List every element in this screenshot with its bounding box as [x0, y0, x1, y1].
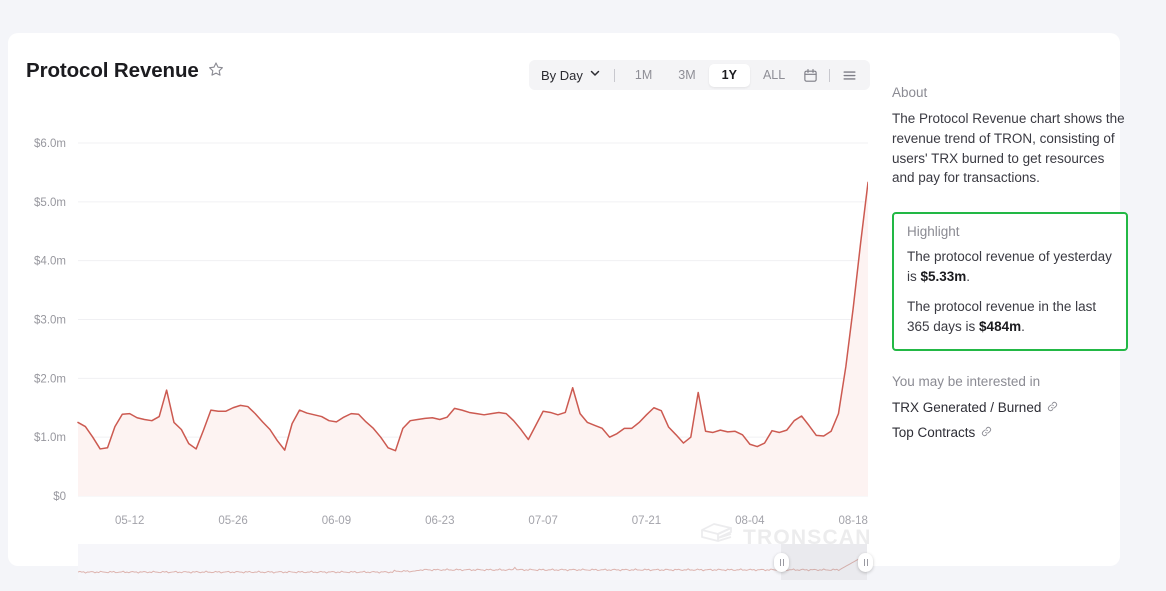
x-axis-tick-label: 07-21 [632, 515, 661, 527]
grip-line [782, 559, 784, 566]
calendar-icon[interactable] [798, 63, 822, 87]
external-link-icon [981, 425, 992, 440]
x-axis-tick-label: 07-07 [528, 515, 557, 527]
chart-page: Protocol Revenue By Day 1M 3M 1Y ALL $0 … [0, 0, 1166, 591]
y-axis-labels: $0 $1.0m $2.0m $3.0m $4.0m $5.0m $6.0m [34, 138, 66, 503]
y-axis-tick-label: $1.0m [34, 432, 66, 444]
hamburger-menu-icon[interactable] [837, 63, 861, 87]
x-axis-tick-label: 06-09 [322, 515, 351, 527]
y-axis-tick-label: $0 [53, 491, 66, 503]
brush-selection-window[interactable] [781, 544, 867, 580]
interested-section: You may be interested in TRX Generated /… [892, 374, 1128, 440]
y-axis-tick-label: $3.0m [34, 315, 66, 327]
highlight-value: $484m [979, 318, 1022, 334]
y-axis-tick-label: $6.0m [34, 138, 66, 150]
range-button-all[interactable]: ALL [750, 64, 798, 87]
page-title: Protocol Revenue [26, 59, 199, 82]
highlight-suffix: . [966, 268, 971, 284]
range-brush[interactable] [78, 544, 873, 580]
highlight-heading: Highlight [907, 224, 960, 240]
about-section: About The Protocol Revenue chart shows t… [892, 85, 1128, 188]
x-axis-tick-label: 06-23 [425, 515, 454, 527]
link-top-contracts[interactable]: Top Contracts [892, 425, 1128, 440]
y-axis-tick-label: $5.0m [34, 197, 66, 209]
range-button-3m[interactable]: 3M [665, 64, 708, 87]
highlight-line-365days: The protocol revenue in the last 365 day… [907, 297, 1113, 337]
highlight-value: $5.33m [920, 268, 967, 284]
revenue-line [77, 181, 868, 452]
brush-line [78, 554, 867, 574]
brush-handle-left[interactable] [774, 553, 789, 572]
link-label: Top Contracts [892, 425, 976, 441]
x-axis-tick-label: 08-18 [839, 515, 868, 527]
chevron-down-icon [589, 66, 601, 84]
about-text: The Protocol Revenue chart shows the rev… [892, 111, 1125, 186]
granularity-label: By Day [541, 67, 583, 83]
range-button-1m[interactable]: 1M [622, 64, 665, 87]
x-axis-tick-label: 05-26 [218, 515, 247, 527]
y-axis-tick-label: $2.0m [34, 373, 66, 385]
title-group: Protocol Revenue [26, 59, 224, 83]
highlight-box: Highlight The protocol revenue of yester… [892, 212, 1128, 352]
about-heading: About [892, 85, 928, 100]
chart-toolbar: By Day 1M 3M 1Y ALL [529, 60, 871, 90]
link-label: TRX Generated / Burned [892, 400, 1042, 416]
toolbar-divider-2 [829, 68, 831, 82]
interested-heading: You may be interested in [892, 374, 1041, 390]
revenue-line-chart: $0$1.0m$2.0m$3.0m$4.0m$5.0m$6.0m 05-12 05… [34, 138, 868, 527]
highlight-suffix: . [1021, 318, 1025, 334]
chart-sidebar: About The Protocol Revenue chart shows t… [892, 85, 1128, 450]
y-axis-tick-label: $4.0m [34, 256, 66, 268]
granularity-dropdown[interactable]: By Day [538, 63, 607, 87]
brush-mini-chart [78, 554, 867, 574]
toolbar-divider-1 [613, 68, 615, 82]
grip-line [866, 559, 868, 566]
star-icon[interactable] [208, 61, 224, 82]
chart-plot-area[interactable]: $0 $1.0m $2.0m $3.0m $4.0m $5.0m $6.0m 05-12 05… [8, 101, 870, 566]
brush-handle-right[interactable] [858, 553, 873, 572]
external-link-icon [1047, 400, 1058, 415]
highlight-line-yesterday: The protocol revenue of yesterday is $5.… [907, 247, 1113, 287]
grip-line [863, 559, 865, 566]
link-trx-generated-burned[interactable]: TRX Generated / Burned [892, 400, 1128, 415]
protocol-revenue-card: Protocol Revenue By Day 1M 3M 1Y ALL $0 … [8, 33, 1128, 580]
x-axis-labels: 05-12 05-26 06-09 06-23 07-07 07-21 08-04 08-18 [115, 515, 868, 527]
x-axis-tick-label: 08-04 [735, 515, 765, 527]
range-button-1y[interactable]: 1Y [708, 63, 750, 87]
grip-line [779, 559, 781, 566]
x-axis-tick-label: 05-12 [115, 515, 144, 527]
